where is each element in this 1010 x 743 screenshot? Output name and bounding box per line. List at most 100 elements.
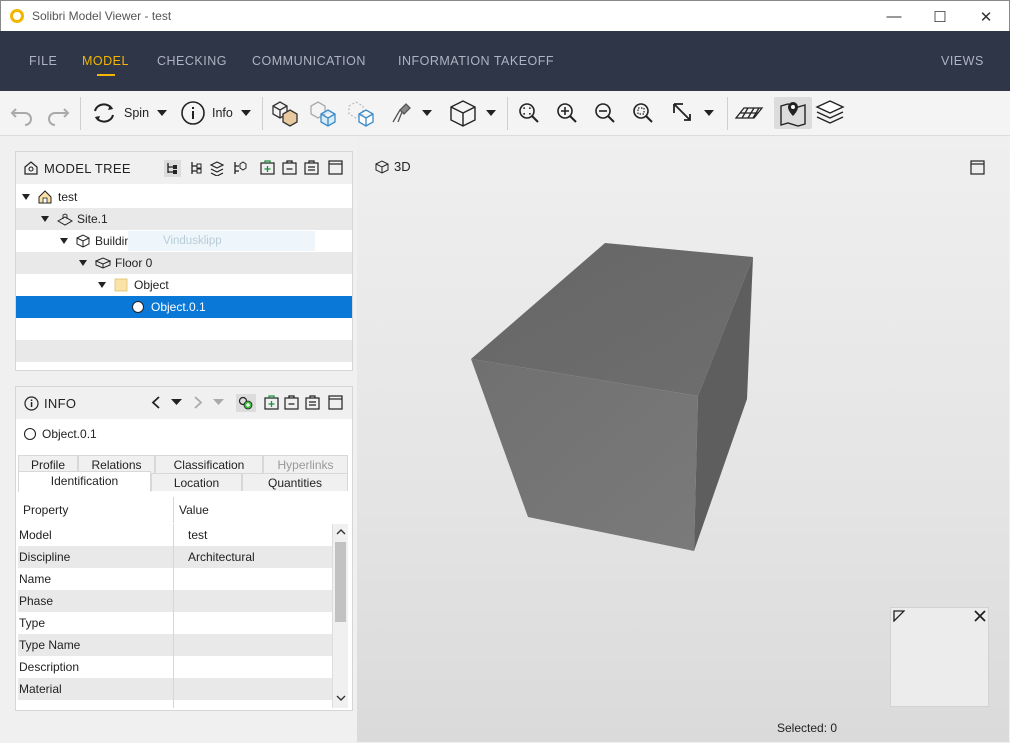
view-cube-dropdown[interactable] [448, 97, 496, 129]
hierarchy-tree-icon[interactable] [164, 160, 181, 177]
tree-label: Object [134, 278, 169, 292]
selected-object-name: Object.0.1 [42, 427, 97, 441]
pointer-arrow-icon [673, 103, 691, 121]
expand-triangle-icon[interactable] [41, 216, 49, 222]
boxes-blue-icon [310, 101, 336, 127]
location-map-button[interactable] [774, 97, 812, 129]
tree-row-object-selected[interactable]: Object.0.1 [16, 296, 352, 318]
chevron-right-icon[interactable] [192, 395, 204, 410]
remove-item-icon[interactable] [284, 395, 299, 410]
scroll-thumb[interactable] [335, 542, 346, 622]
toolbar: Spin Info [0, 91, 1010, 136]
table-row[interactable]: Discipline Architectural [18, 546, 332, 568]
property-name: Name [18, 568, 174, 590]
property-name: Model [18, 524, 174, 546]
maximize-button[interactable]: ☐ [917, 1, 963, 32]
tree-row-object-folder[interactable]: Object [16, 274, 352, 296]
selection-basket-icon[interactable] [236, 394, 256, 412]
table-row[interactable]: Type Name [18, 634, 332, 656]
tab-identification[interactable]: Identification [18, 471, 151, 492]
expand-triangle-icon[interactable] [98, 282, 106, 288]
house-icon [38, 190, 52, 204]
hierarchy-list-icon[interactable] [188, 160, 204, 176]
zoom-out-button[interactable] [592, 97, 618, 129]
chevron-left-icon[interactable] [150, 395, 162, 410]
remove-item-icon[interactable] [282, 160, 297, 175]
tab-location[interactable]: Location [151, 473, 242, 491]
table-row[interactable]: Model test [18, 524, 332, 546]
tab-quantities[interactable]: Quantities [242, 473, 348, 491]
tree-label: test [58, 190, 78, 204]
layers-button[interactable] [814, 97, 846, 129]
cut-components-dropdown[interactable] [388, 97, 432, 129]
scroll-up-icon[interactable] [336, 528, 346, 536]
zoom-window-button[interactable] [630, 97, 656, 129]
navigation-mini-view[interactable] [890, 607, 989, 707]
menu-communication[interactable]: COMMUNICATION [252, 54, 366, 68]
table-row[interactable]: Description [18, 656, 332, 678]
info-dropdown[interactable]: Info [180, 97, 251, 129]
chevron-down-icon [486, 110, 496, 116]
maximize-panel-icon[interactable] [328, 160, 343, 175]
menu-information-takeoff[interactable]: INFORMATION TAKEOFF [398, 54, 554, 68]
menu-checking[interactable]: CHECKING [157, 54, 227, 68]
table-row[interactable]: Type [18, 612, 332, 634]
expand-triangle-icon[interactable] [60, 238, 68, 244]
model-object-box[interactable] [357, 137, 1009, 597]
floor-plan-button[interactable] [734, 97, 764, 129]
chevron-down-icon [704, 110, 714, 116]
redo-button[interactable] [44, 97, 72, 129]
menu-model[interactable]: MODEL [82, 54, 129, 68]
box-dotted-icon [348, 101, 374, 127]
expand-triangle-icon[interactable] [79, 260, 87, 266]
menu-views[interactable]: VIEWS [941, 54, 984, 68]
close-icon[interactable] [974, 610, 986, 622]
menu-file[interactable]: FILE [29, 54, 57, 68]
isolate-component-button[interactable] [346, 97, 376, 129]
tab-hyperlinks[interactable]: Hyperlinks [263, 455, 348, 473]
basket-icon[interactable] [304, 160, 319, 175]
table-row[interactable]: Name [18, 568, 332, 590]
info-label: Info [212, 106, 233, 120]
transparent-components-button[interactable] [308, 97, 338, 129]
table-row[interactable]: Material [18, 678, 332, 700]
corner-arrow-icon[interactable] [893, 610, 905, 622]
basket-icon[interactable] [305, 395, 320, 410]
column-header-value[interactable]: Value [174, 503, 209, 517]
table-row[interactable] [18, 700, 332, 708]
toolbar-separator [507, 97, 508, 130]
maximize-panel-icon[interactable] [328, 395, 343, 410]
floors-tree-icon[interactable] [209, 160, 225, 176]
tree-row-floor[interactable]: Floor 0 [16, 252, 352, 274]
property-name: Type [18, 612, 174, 634]
spin-dropdown[interactable]: Spin [90, 97, 168, 129]
property-value: test [188, 528, 208, 542]
info-circle-icon [24, 395, 39, 411]
property-value [174, 678, 188, 700]
zoom-in-button[interactable] [554, 97, 580, 129]
add-item-icon[interactable] [260, 160, 275, 175]
undo-button[interactable] [8, 97, 36, 129]
chevron-down-icon[interactable] [212, 397, 225, 407]
tab-classification[interactable]: Classification [155, 455, 263, 473]
scroll-down-icon[interactable] [336, 694, 346, 702]
tree-row-project[interactable]: test [16, 186, 352, 208]
chevron-down-icon[interactable] [170, 397, 183, 407]
table-row[interactable]: Phase [18, 590, 332, 612]
tree-row-empty [16, 340, 352, 362]
column-header-property[interactable]: Property [18, 497, 174, 523]
grid-plane-icon [734, 107, 764, 119]
add-item-icon[interactable] [264, 395, 279, 410]
component-tree-icon[interactable] [232, 160, 248, 176]
minimize-button[interactable]: — [871, 1, 917, 32]
3d-viewport[interactable]: 3D Selected: 0 [357, 137, 1009, 742]
tree-row-site[interactable]: Site.1 [16, 208, 352, 230]
chevron-down-icon [240, 110, 251, 116]
show-components-button[interactable] [270, 97, 300, 129]
zoom-to-fit-button[interactable] [516, 97, 542, 129]
property-scrollbar[interactable] [332, 524, 348, 708]
close-button[interactable]: ✕ [963, 1, 1009, 32]
expand-triangle-icon[interactable] [22, 194, 30, 200]
floor-icon [95, 257, 111, 269]
select-tool-dropdown[interactable] [670, 97, 714, 129]
